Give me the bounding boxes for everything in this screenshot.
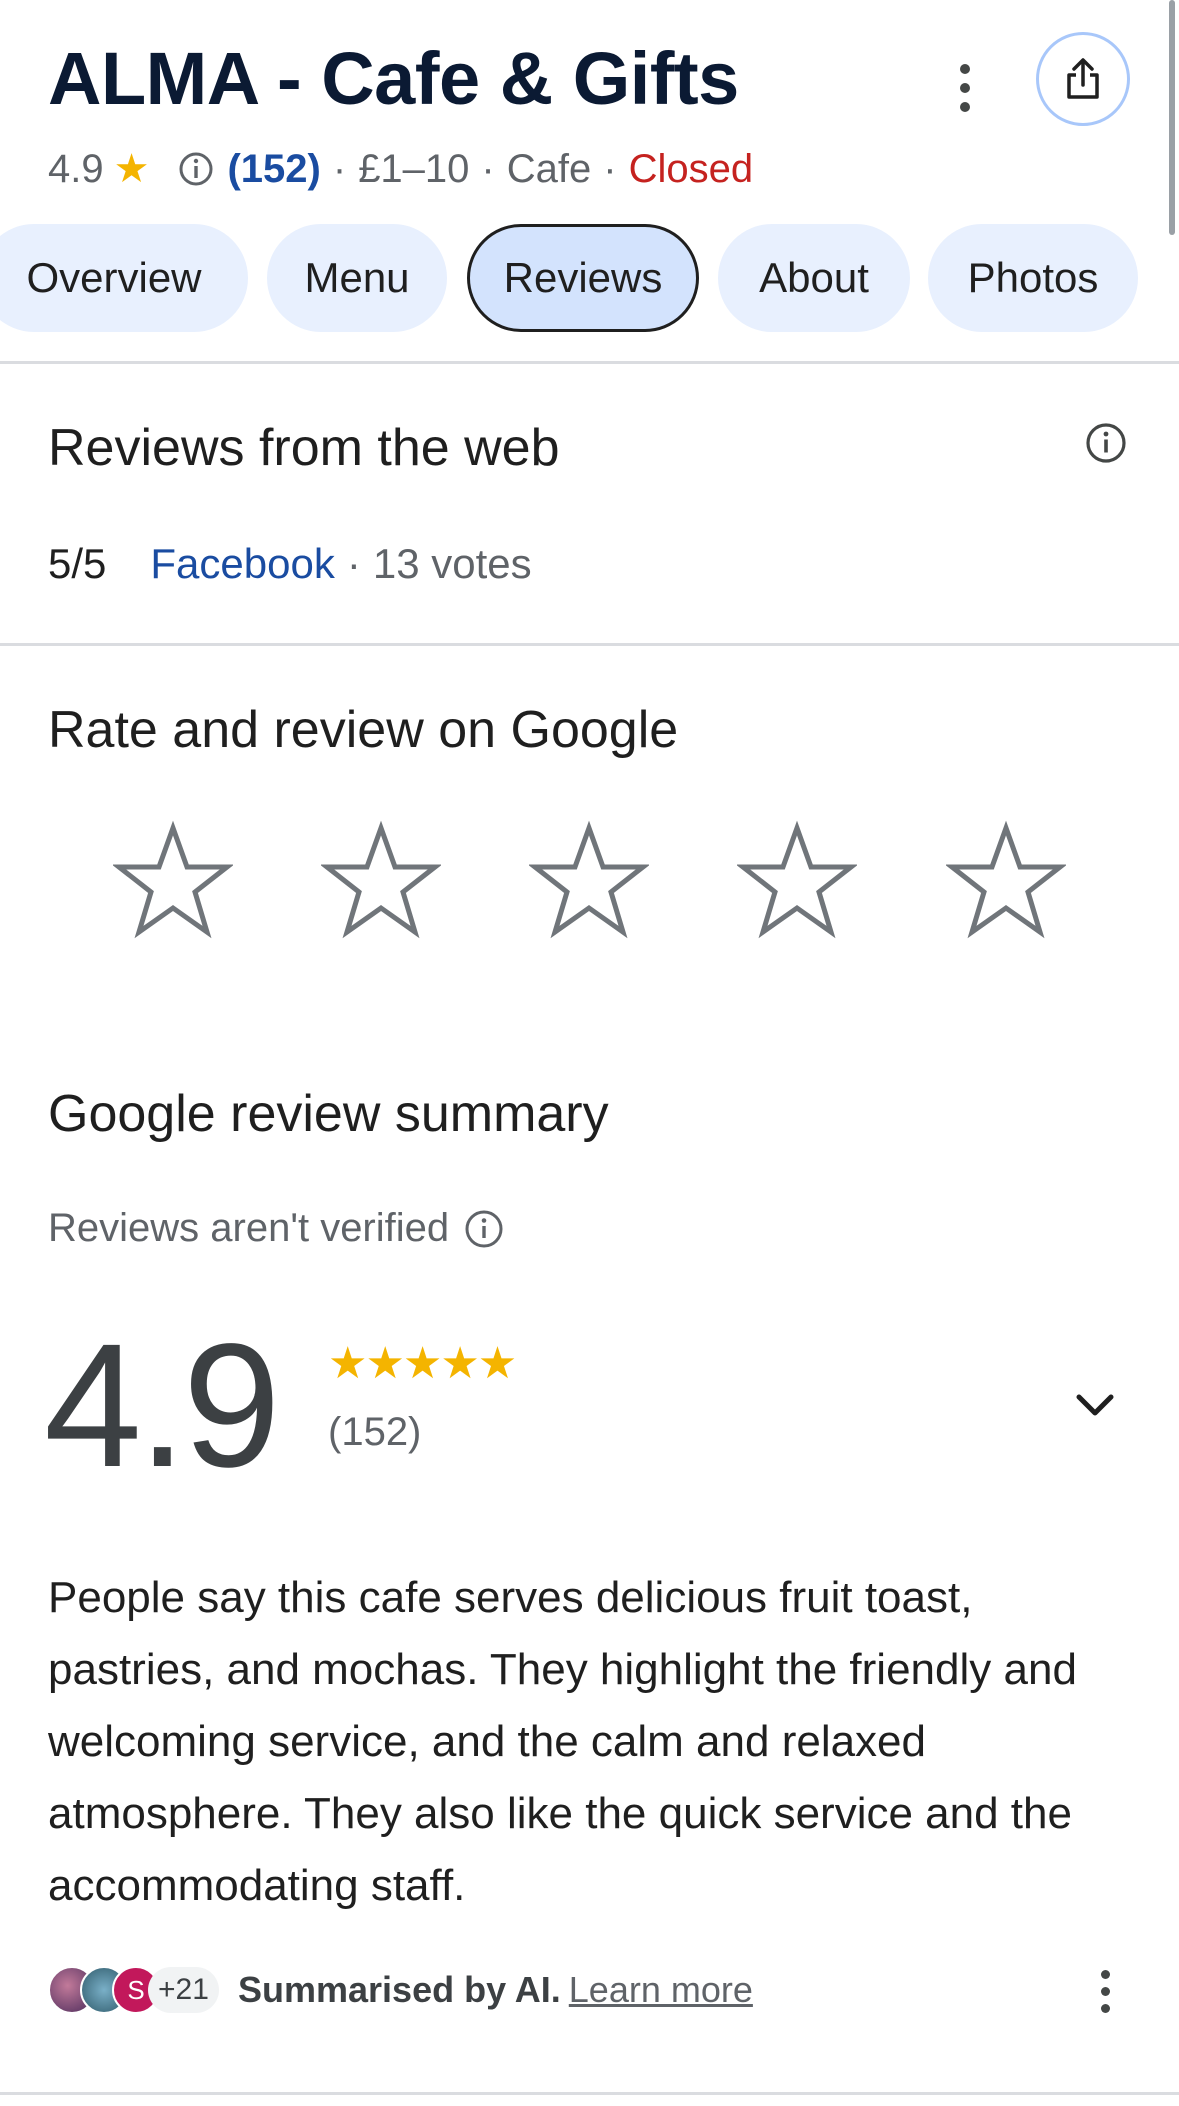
star-outline-icon[interactable] <box>737 820 857 940</box>
tab-menu[interactable]: Menu <box>267 224 447 332</box>
web-score: 5/5 <box>48 540 107 587</box>
star-outline-icon[interactable] <box>321 820 441 940</box>
unverified-notice: Reviews aren't verified <box>48 1206 505 1251</box>
review-count-link[interactable]: (152) <box>227 147 320 192</box>
summary-heading: Google review summary <box>48 1085 609 1143</box>
contributor-avatars[interactable]: S +21 <box>48 1963 219 2017</box>
web-review-row: 5/5 Facebook · 13 votes <box>48 540 532 588</box>
summary-text: People say this cafe serves delicious fr… <box>48 1573 1077 1910</box>
divider <box>0 643 1179 646</box>
star-outline-icon[interactable] <box>113 820 233 940</box>
learn-more-link[interactable]: Learn more <box>569 1969 753 2011</box>
separator: · <box>603 146 617 191</box>
web-reviews-heading: Reviews from the web <box>48 419 560 477</box>
separator: · <box>346 540 361 587</box>
star-outline-icon[interactable] <box>529 820 649 940</box>
info-icon[interactable] <box>1084 421 1128 470</box>
star-outline-icon[interactable] <box>946 820 1066 940</box>
summary-rating: 4.9 <box>44 1308 281 1504</box>
summary-stars: ★★★★★ <box>328 1339 517 1388</box>
more-contributors-count: +21 <box>148 1967 219 2013</box>
divider <box>0 2092 1179 2095</box>
scrollbar[interactable] <box>1169 0 1175 235</box>
separator: · <box>332 146 347 191</box>
unverified-text: Reviews aren't verified <box>48 1206 450 1250</box>
place-meta: 4.9 ★ (152) · £1–10 · Cafe · Closed <box>48 146 753 192</box>
web-votes: 13 votes <box>372 540 532 587</box>
info-icon[interactable] <box>177 150 215 188</box>
star-icon: ★ <box>113 147 150 191</box>
tab-reviews[interactable]: Reviews <box>467 224 699 332</box>
more-vert-icon[interactable] <box>1090 1966 1120 2016</box>
summary-count: (152) <box>328 1410 422 1454</box>
tab-about[interactable]: About <box>718 224 910 332</box>
tab-photos[interactable]: Photos <box>928 224 1138 332</box>
price-range: £1–10 <box>358 146 470 191</box>
place-title: ALMA - Cafe & Gifts <box>48 37 739 120</box>
open-status: Closed <box>628 146 754 191</box>
info-icon[interactable] <box>463 1208 505 1250</box>
share-icon <box>1067 58 1099 99</box>
web-source-link[interactable]: Facebook <box>150 540 334 588</box>
tab-bar: Overview Menu Reviews About Photos <box>0 224 1179 332</box>
ai-summary-label: Summarised by AI. <box>238 1969 561 2010</box>
more-vert-icon[interactable] <box>940 58 990 118</box>
tab-overview[interactable]: Overview <box>0 224 248 332</box>
chevron-down-icon[interactable] <box>1070 1380 1120 1430</box>
category: Cafe <box>506 146 592 191</box>
separator: · <box>481 146 495 191</box>
rate-heading: Rate and review on Google <box>48 701 679 759</box>
ai-summary-footer: S +21 Summarised by AI. Learn more <box>48 1960 753 2020</box>
share-button[interactable] <box>1036 32 1130 126</box>
divider <box>0 361 1179 364</box>
rating-value: 4.9 <box>48 146 104 191</box>
rate-stars <box>0 820 1179 940</box>
